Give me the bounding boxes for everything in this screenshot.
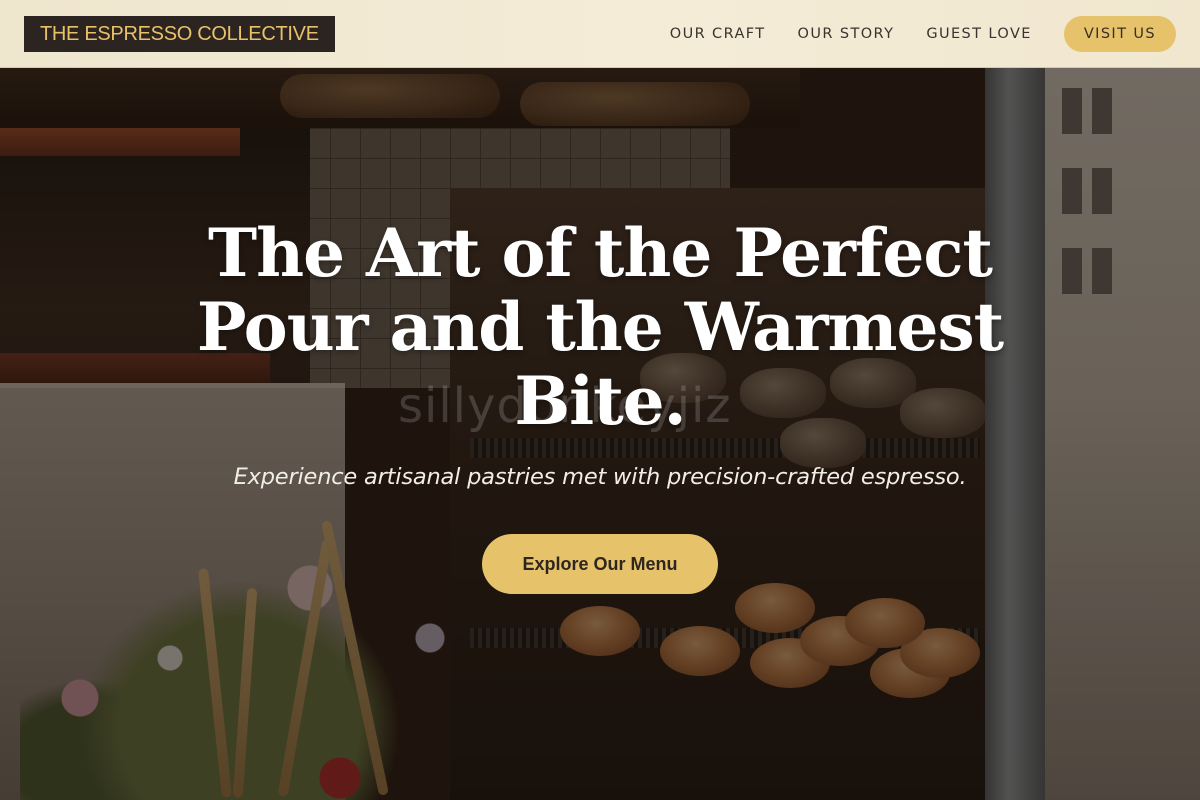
nav-link-our-story[interactable]: OUR STORY bbox=[798, 26, 895, 42]
main-nav: OUR CRAFT OUR STORY GUEST LOVE VISIT US bbox=[670, 16, 1176, 52]
hero-section: sillydonkeyjiz The Art of the Perfect Po… bbox=[0, 68, 1200, 800]
nav-link-guest-love[interactable]: GUEST LOVE bbox=[926, 26, 1031, 42]
hero-subtitle: Experience artisanal pastries met with p… bbox=[233, 464, 967, 490]
visit-us-button[interactable]: VISIT US bbox=[1063, 16, 1176, 52]
hero-title: The Art of the Perfect Pour and the Warm… bbox=[196, 214, 1004, 440]
nav-link-our-craft[interactable]: OUR CRAFT bbox=[670, 26, 766, 42]
site-header: THE ESPRESSO COLLECTIVE OUR CRAFT OUR ST… bbox=[0, 0, 1200, 68]
hero-content: The Art of the Perfect Pour and the Warm… bbox=[0, 216, 1200, 594]
site-logo[interactable]: THE ESPRESSO COLLECTIVE bbox=[24, 16, 335, 52]
explore-menu-button[interactable]: Explore Our Menu bbox=[482, 534, 718, 594]
